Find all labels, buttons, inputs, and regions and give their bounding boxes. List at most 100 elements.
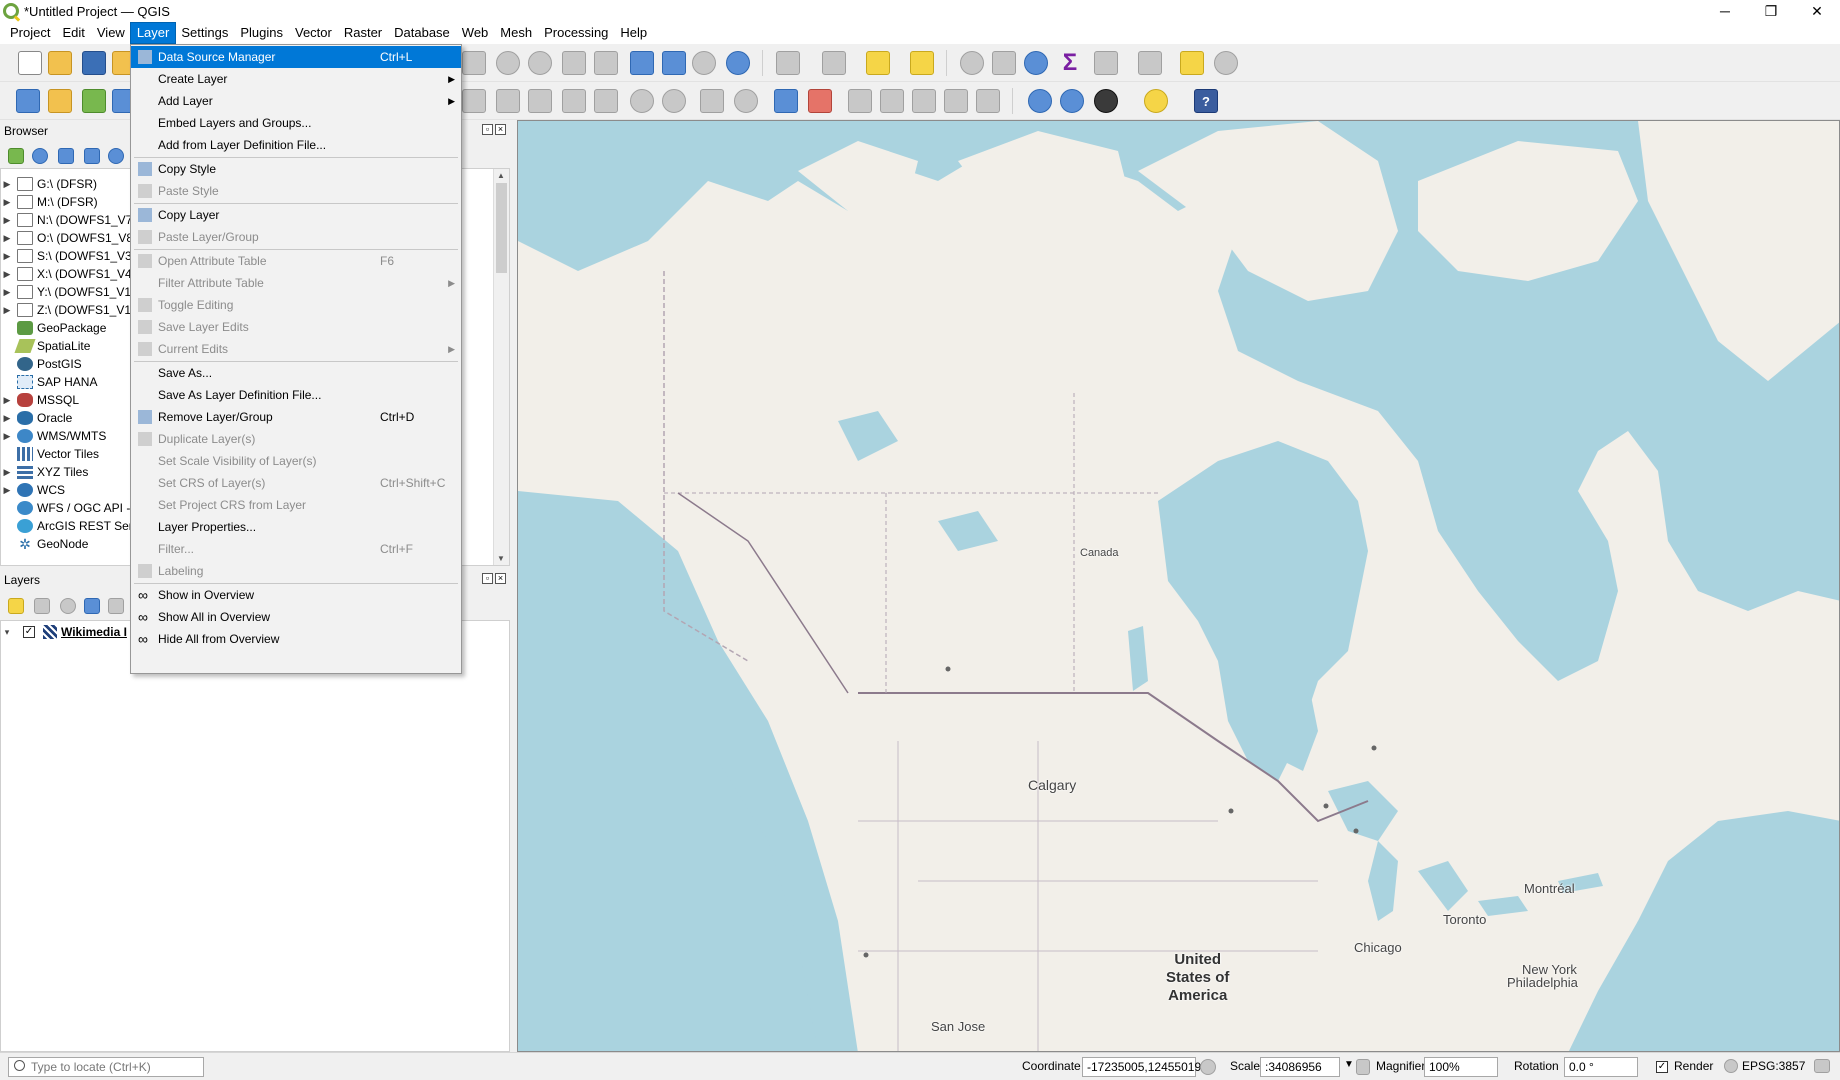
float-panel-icon[interactable]: ▫ bbox=[482, 124, 493, 135]
manage-visibility-icon[interactable] bbox=[60, 598, 76, 614]
gps-toolbar-icon[interactable] bbox=[1214, 51, 1238, 75]
style-manager-icon[interactable] bbox=[8, 598, 24, 614]
menu-item-set-project-crs-from-layer[interactable]: Set Project CRS from Layer bbox=[131, 494, 461, 516]
diagram-tool-icon[interactable] bbox=[734, 89, 758, 113]
new-3d-view-icon[interactable] bbox=[594, 51, 618, 75]
menu-item-hide-all-from-overview[interactable]: ∞ Hide All from Overview bbox=[131, 628, 461, 650]
menu-item-save-as[interactable]: Save As... bbox=[131, 362, 461, 384]
expand-arrow-icon[interactable]: ▶ bbox=[1, 269, 13, 280]
show-hide-labels-icon[interactable] bbox=[880, 89, 904, 113]
menu-view[interactable]: View bbox=[91, 23, 131, 43]
refresh-icon[interactable] bbox=[726, 51, 750, 75]
undo-icon[interactable] bbox=[630, 89, 654, 113]
menu-item-set-scale-visibility-of-layer-s[interactable]: Set Scale Visibility of Layer(s) bbox=[131, 450, 461, 472]
menu-item-copy-layer[interactable]: Copy Layer bbox=[131, 204, 461, 226]
crs-button[interactable]: EPSG:3857 bbox=[1742, 1059, 1805, 1073]
statistical-summary-icon[interactable]: Σ bbox=[1058, 51, 1082, 75]
new-shapefile-layer-icon[interactable] bbox=[82, 89, 106, 113]
select-features-icon[interactable] bbox=[776, 51, 800, 75]
expand-arrow-icon[interactable]: ▶ bbox=[1, 305, 13, 316]
layer-visibility-checkbox[interactable]: ✓ bbox=[23, 626, 35, 638]
map-tips-icon[interactable] bbox=[1180, 51, 1204, 75]
add-wfs-layer-icon[interactable] bbox=[1060, 89, 1084, 113]
save-project-icon[interactable] bbox=[82, 51, 106, 75]
menu-item-embed-layers-and-groups[interactable]: Embed Layers and Groups... bbox=[131, 112, 461, 134]
menu-mesh[interactable]: Mesh bbox=[494, 23, 538, 43]
locator-search-input[interactable]: Type to locate (Ctrl+K) bbox=[8, 1057, 204, 1077]
python-console-icon[interactable] bbox=[1144, 89, 1168, 113]
menu-help[interactable]: Help bbox=[614, 23, 653, 43]
zoom-1-1-icon[interactable] bbox=[462, 51, 486, 75]
paste-features-icon[interactable] bbox=[594, 89, 618, 113]
processing-toolbox-icon[interactable] bbox=[1024, 51, 1048, 75]
menu-item-show-all-in-overview[interactable]: ∞ Show All in Overview bbox=[131, 606, 461, 628]
scale-dropdown-icon[interactable]: ▼ bbox=[1344, 1059, 1354, 1070]
collapse-all-icon[interactable] bbox=[84, 148, 100, 164]
expand-arrow-icon[interactable]: ▶ bbox=[1, 179, 13, 190]
toggle-extents-icon[interactable] bbox=[1200, 1059, 1216, 1075]
delete-selected-icon[interactable] bbox=[462, 89, 486, 113]
expand-arrow-icon[interactable]: ▶ bbox=[1, 233, 13, 244]
menu-item-set-crs-of-layer-s[interactable]: Set CRS of Layer(s) Ctrl+Shift+C bbox=[131, 472, 461, 494]
menu-item-current-edits[interactable]: Current Edits ▶ bbox=[131, 338, 461, 360]
label-tool-icon[interactable] bbox=[700, 89, 724, 113]
expand-arrow-icon[interactable]: ▶ bbox=[1, 467, 13, 478]
new-project-icon[interactable] bbox=[18, 51, 42, 75]
scroll-up-icon[interactable]: ▲ bbox=[497, 171, 505, 180]
rotation-field[interactable]: 0.0 ° bbox=[1564, 1057, 1638, 1077]
filter-legend-icon[interactable] bbox=[84, 598, 100, 614]
select-by-value-icon[interactable] bbox=[822, 51, 846, 75]
menu-plugins[interactable]: Plugins bbox=[234, 23, 289, 43]
new-map-view-icon[interactable] bbox=[562, 51, 586, 75]
menu-item-add-from-layer-definition-file[interactable]: Add from Layer Definition File... bbox=[131, 134, 461, 156]
menu-item-filter[interactable]: Filter... Ctrl+F bbox=[131, 538, 461, 560]
restore-button[interactable]: ❐ bbox=[1748, 0, 1794, 22]
open-field-calculator-icon[interactable] bbox=[992, 51, 1016, 75]
add-group-icon[interactable] bbox=[34, 598, 50, 614]
expand-arrow-icon[interactable]: ▶ bbox=[1, 251, 13, 262]
filter-expression-icon[interactable] bbox=[108, 598, 124, 614]
scroll-down-icon[interactable]: ▼ bbox=[497, 554, 505, 563]
cut-features-icon[interactable] bbox=[528, 89, 552, 113]
rotate-label-icon[interactable] bbox=[944, 89, 968, 113]
open-project-icon[interactable] bbox=[48, 51, 72, 75]
refresh-browser-icon[interactable] bbox=[32, 148, 48, 164]
menu-layer[interactable]: Layer bbox=[129, 22, 177, 44]
menu-item-remove-layer-group[interactable]: Remove Layer/Group Ctrl+D bbox=[131, 406, 461, 428]
menu-database[interactable]: Database bbox=[388, 23, 456, 43]
layer-labeling-icon[interactable] bbox=[774, 89, 798, 113]
menu-item-layer-properties[interactable]: Layer Properties... bbox=[131, 516, 461, 538]
scrollbar-thumb[interactable] bbox=[496, 183, 507, 273]
menu-settings[interactable]: Settings bbox=[175, 23, 234, 43]
menu-project[interactable]: Project bbox=[4, 23, 56, 43]
collapse-arrow-icon[interactable]: ▾ bbox=[1, 627, 13, 638]
pin-labels-icon[interactable] bbox=[848, 89, 872, 113]
messages-icon[interactable] bbox=[1814, 1059, 1830, 1073]
menu-item-create-layer[interactable]: Create Layer ▶ bbox=[131, 68, 461, 90]
menu-item-toggle-editing[interactable]: Toggle Editing bbox=[131, 294, 461, 316]
menu-item-paste-layer-group[interactable]: Paste Layer/Group bbox=[131, 226, 461, 248]
select-by-location-icon[interactable] bbox=[910, 51, 934, 75]
open-attribute-table-icon[interactable] bbox=[1094, 51, 1118, 75]
lock-scale-icon[interactable] bbox=[1356, 1059, 1370, 1075]
new-bookmark-icon[interactable] bbox=[630, 51, 654, 75]
coordinate-field[interactable]: -17235005,12455019 bbox=[1082, 1057, 1201, 1077]
menu-raster[interactable]: Raster bbox=[338, 23, 388, 43]
zoom-last-icon[interactable] bbox=[496, 51, 520, 75]
expand-arrow-icon[interactable]: ▶ bbox=[1, 431, 13, 442]
expand-arrow-icon[interactable]: ▶ bbox=[1, 395, 13, 406]
menu-item-filter-attribute-table[interactable]: Filter Attribute Table ▶ bbox=[131, 272, 461, 294]
zoom-next-icon[interactable] bbox=[528, 51, 552, 75]
render-checkbox[interactable]: ✓ bbox=[1656, 1061, 1668, 1073]
identify-features-icon[interactable] bbox=[960, 51, 984, 75]
menu-processing[interactable]: Processing bbox=[538, 23, 614, 43]
measure-line-icon[interactable] bbox=[1138, 51, 1162, 75]
expand-arrow-icon[interactable]: ▶ bbox=[1, 485, 13, 496]
menu-item-add-layer[interactable]: Add Layer ▶ bbox=[131, 90, 461, 112]
menu-item-save-layer-edits[interactable]: Save Layer Edits bbox=[131, 316, 461, 338]
menu-edit[interactable]: Edit bbox=[56, 23, 90, 43]
menu-item-save-as-layer-definition-file[interactable]: Save As Layer Definition File... bbox=[131, 384, 461, 406]
add-wms-layer-icon[interactable] bbox=[1028, 89, 1052, 113]
minimize-button[interactable]: ─ bbox=[1702, 0, 1748, 22]
menu-item-paste-style[interactable]: Paste Style bbox=[131, 180, 461, 202]
